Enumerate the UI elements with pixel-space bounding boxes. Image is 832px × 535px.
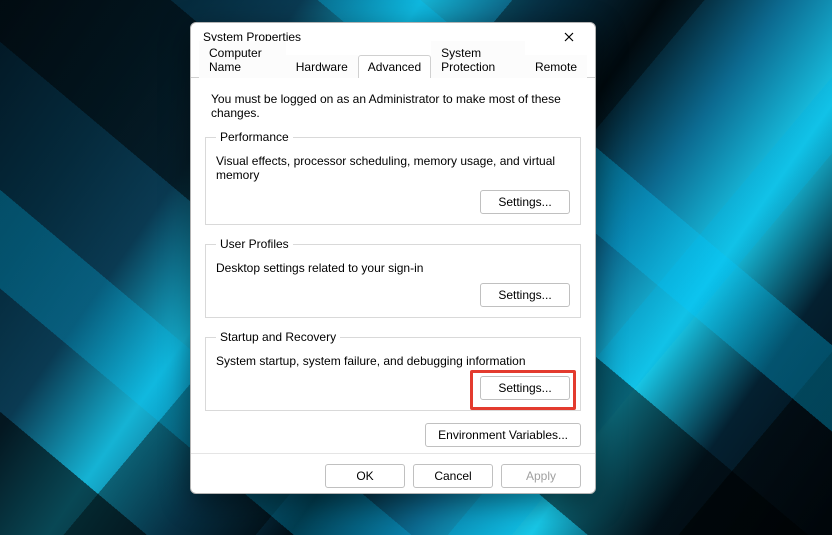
group-performance-legend: Performance bbox=[216, 130, 293, 144]
group-user-profiles-desc: Desktop settings related to your sign-in bbox=[216, 261, 570, 275]
group-startup-recovery: Startup and Recovery System startup, sys… bbox=[205, 330, 581, 411]
tab-hardware[interactable]: Hardware bbox=[286, 55, 358, 78]
group-performance: Performance Visual effects, processor sc… bbox=[205, 130, 581, 225]
tab-content-advanced: You must be logged on as an Administrato… bbox=[191, 78, 595, 453]
group-startup-recovery-legend: Startup and Recovery bbox=[216, 330, 340, 344]
tab-remote[interactable]: Remote bbox=[525, 55, 587, 78]
system-properties-dialog: System Properties Computer Name Hardware… bbox=[190, 22, 596, 494]
cancel-button[interactable]: Cancel bbox=[413, 464, 493, 488]
group-user-profiles-legend: User Profiles bbox=[216, 237, 293, 251]
group-performance-desc: Visual effects, processor scheduling, me… bbox=[216, 154, 570, 182]
tab-system-protection[interactable]: System Protection bbox=[431, 41, 525, 78]
close-button[interactable] bbox=[549, 23, 589, 51]
dialog-footer: OK Cancel Apply bbox=[191, 453, 595, 500]
startup-recovery-settings-button[interactable]: Settings... bbox=[480, 376, 570, 400]
admin-notice-text: You must be logged on as an Administrato… bbox=[211, 92, 575, 120]
tab-strip: Computer Name Hardware Advanced System P… bbox=[191, 53, 595, 78]
apply-button[interactable]: Apply bbox=[501, 464, 581, 488]
tab-advanced[interactable]: Advanced bbox=[358, 55, 431, 78]
group-startup-recovery-desc: System startup, system failure, and debu… bbox=[216, 354, 570, 368]
environment-variables-button[interactable]: Environment Variables... bbox=[425, 423, 581, 447]
tab-computer-name[interactable]: Computer Name bbox=[199, 41, 286, 78]
performance-settings-button[interactable]: Settings... bbox=[480, 190, 570, 214]
ok-button[interactable]: OK bbox=[325, 464, 405, 488]
desktop-background: System Properties Computer Name Hardware… bbox=[0, 0, 832, 535]
group-user-profiles: User Profiles Desktop settings related t… bbox=[205, 237, 581, 318]
close-icon bbox=[564, 32, 574, 42]
user-profiles-settings-button[interactable]: Settings... bbox=[480, 283, 570, 307]
